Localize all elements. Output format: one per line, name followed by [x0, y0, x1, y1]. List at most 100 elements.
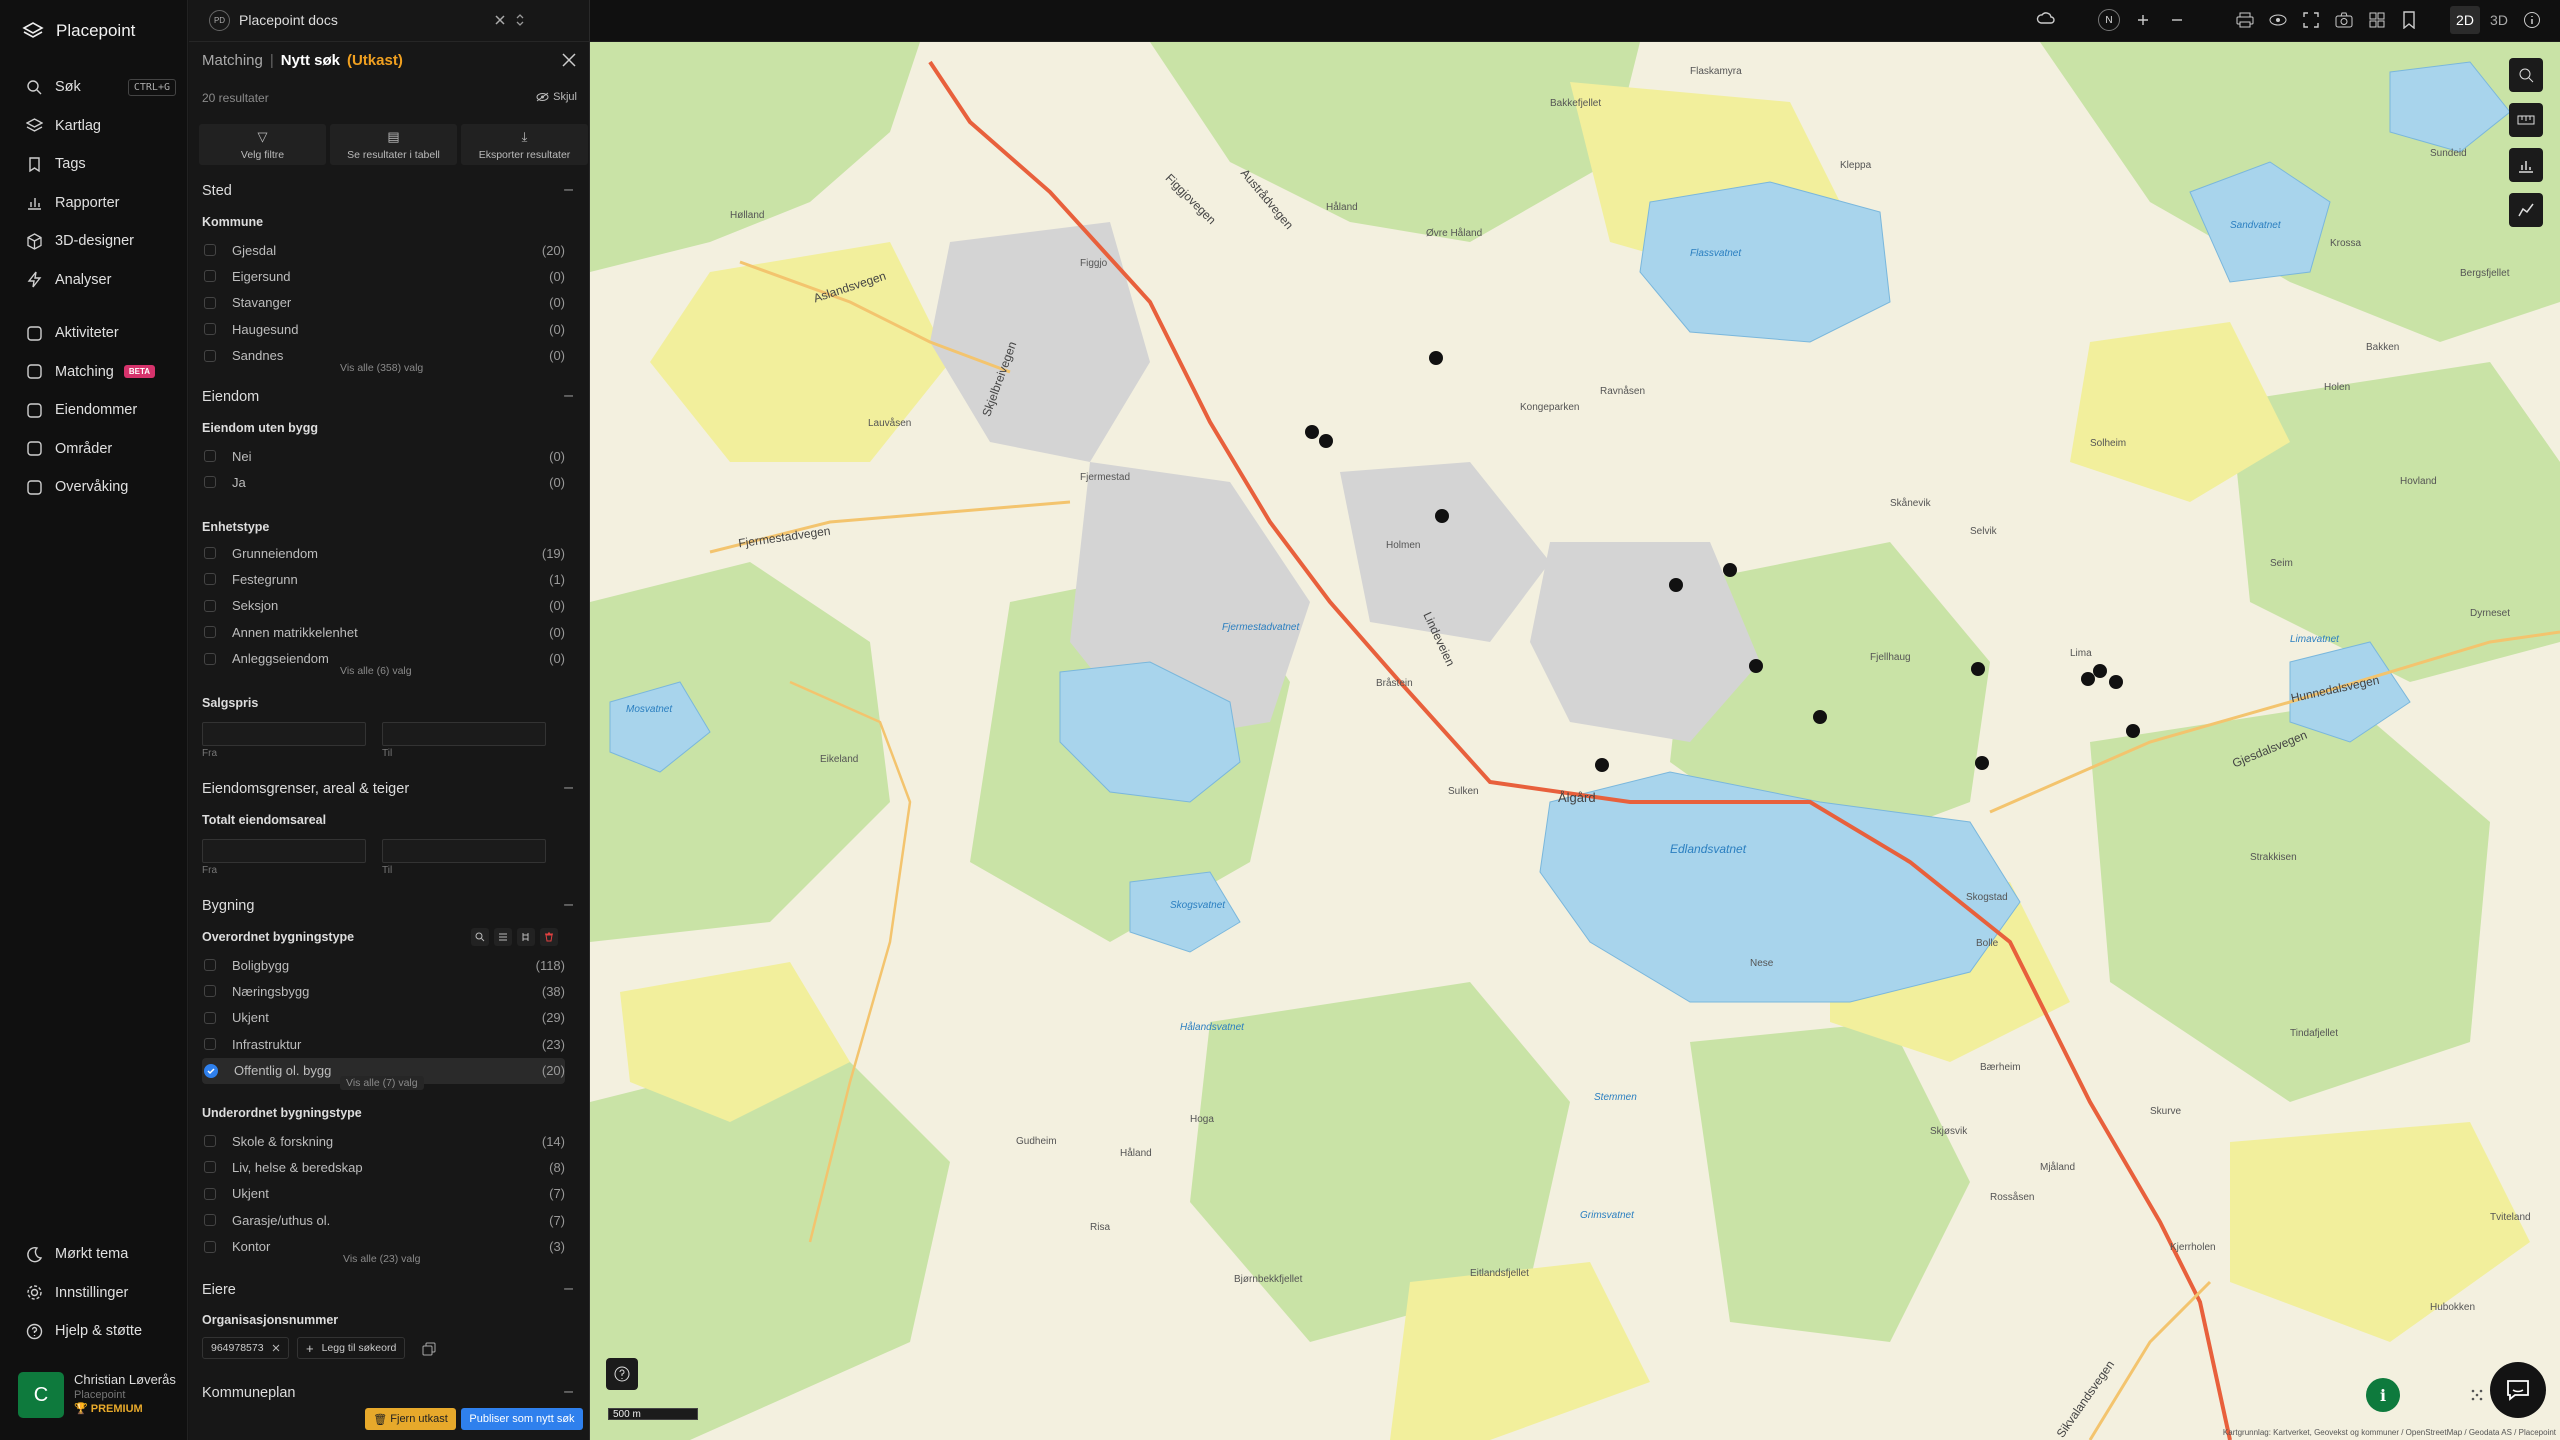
app-logo[interactable]: Placepoint — [22, 20, 135, 42]
collapse-icon[interactable]: – — [564, 779, 573, 797]
filter-option[interactable]: Liv, helse & beredskap (8) — [202, 1154, 565, 1180]
mode-2d-button[interactable]: 2D — [2450, 6, 2480, 34]
map-canvas[interactable]: Aslandsvegen Skjelbreivegen Figgjovegen … — [590, 42, 2560, 1440]
bookmark-icon[interactable] — [2402, 11, 2416, 29]
nav-item-lightning[interactable]: Analyser — [0, 261, 188, 300]
copy-icon[interactable] — [422, 1342, 436, 1356]
filter-option[interactable]: Stavanger (0) — [202, 290, 565, 316]
map-tool-profile[interactable] — [2509, 193, 2543, 227]
close-panel-icon[interactable] — [561, 52, 577, 68]
org-number-chip[interactable]: 964978573 — [202, 1337, 289, 1359]
filter-option[interactable]: Næringsbygg (38) — [202, 978, 565, 1004]
checkbox[interactable] — [204, 1214, 216, 1227]
salgspris-to-input[interactable] — [382, 722, 546, 746]
filter-option[interactable]: Gjesdal (20) — [202, 237, 565, 263]
section-sted[interactable]: Sted — [202, 183, 232, 199]
collapse-icon[interactable]: – — [564, 1280, 573, 1298]
checkbox[interactable] — [204, 959, 216, 971]
filter-option[interactable]: Boligbygg (118) — [202, 952, 565, 978]
checkbox[interactable] — [204, 1135, 216, 1147]
checkbox[interactable] — [204, 450, 216, 462]
eksporter-resultater-button[interactable]: ⤓ Eksporter resultater — [461, 124, 588, 165]
weather-icon[interactable] — [2036, 10, 2056, 30]
show-all-overordnet-link[interactable]: Vis alle (7) valg — [340, 1076, 424, 1090]
nav-item-layers[interactable]: Kartlag — [0, 107, 188, 146]
show-all-kommune-link[interactable]: Vis alle (358) valg — [340, 362, 423, 374]
zoom-out-icon[interactable] — [2171, 14, 2183, 26]
areal-from-input[interactable] — [202, 839, 366, 863]
info-fab[interactable]: i — [2366, 1378, 2400, 1412]
checkbox[interactable] — [204, 652, 216, 665]
section-eiendom[interactable]: Eiendom — [202, 389, 259, 405]
workspace-badge[interactable]: PD — [209, 10, 230, 31]
checkbox[interactable] — [204, 599, 216, 612]
checkbox-checked[interactable] — [204, 1063, 218, 1078]
checkbox[interactable] — [204, 476, 216, 489]
filter-option[interactable]: Infrastruktur (23) — [202, 1031, 565, 1057]
checkbox[interactable] — [204, 985, 216, 998]
map-tool-measure[interactable] — [2509, 103, 2543, 137]
compass-icon[interactable]: N — [2098, 9, 2120, 31]
checkbox[interactable] — [204, 244, 216, 256]
checkbox[interactable] — [204, 547, 216, 559]
map-tool-search[interactable] — [2509, 58, 2543, 92]
checkbox[interactable] — [204, 1161, 216, 1174]
nav-item-gear[interactable]: Innstillinger — [0, 1274, 188, 1313]
print-icon[interactable] — [2236, 12, 2254, 28]
search-tool-button[interactable] — [471, 928, 489, 946]
collapse-icon[interactable]: – — [564, 181, 573, 199]
checkbox[interactable] — [204, 1187, 216, 1200]
checkbox[interactable] — [204, 1038, 216, 1051]
info-icon[interactable] — [2523, 11, 2541, 29]
checkbox[interactable] — [204, 626, 216, 639]
remove-chip-icon[interactable] — [272, 1344, 280, 1352]
section-bygning[interactable]: Bygning — [202, 898, 254, 914]
grid-layout-icon[interactable] — [2369, 12, 2385, 28]
nav-item-help[interactable]: Hjelp & støtte — [0, 1312, 188, 1351]
list-tool-button[interactable] — [494, 928, 512, 946]
filter-option[interactable]: Eigersund (0) — [202, 263, 565, 289]
checkbox[interactable] — [204, 573, 216, 586]
checkbox[interactable] — [204, 296, 216, 309]
delete-tool-button[interactable] — [540, 928, 558, 946]
eye-icon[interactable] — [2269, 12, 2287, 28]
avatar[interactable]: C — [18, 1372, 64, 1418]
section-eiere[interactable]: Eiere — [202, 1282, 236, 1298]
checkbox[interactable] — [204, 1240, 216, 1253]
nav-item-search[interactable]: Søk CTRL+G — [0, 68, 188, 107]
checkbox[interactable] — [204, 1011, 216, 1024]
hide-toggle[interactable]: Skjul — [536, 91, 577, 103]
filter-option[interactable]: Ja (0) — [202, 469, 565, 495]
velg-filtre-button[interactable]: ▽ Velg filtre — [199, 124, 326, 165]
nav-item-matching[interactable]: Matching BETA — [0, 353, 188, 392]
drag-handle-icon[interactable] — [2470, 1388, 2484, 1402]
show-all-enhetstype-link[interactable]: Vis alle (6) valg — [340, 665, 412, 677]
collapse-icon[interactable]: – — [564, 896, 573, 914]
breadcrumb[interactable]: Matching — [202, 52, 263, 69]
filter-option[interactable]: Skole & forskning (14) — [202, 1128, 565, 1154]
section-kommuneplan[interactable]: Kommuneplan — [202, 1385, 296, 1401]
nav-item-activity[interactable]: Aktiviteter — [0, 314, 188, 353]
show-all-underordnet-link[interactable]: Vis alle (23) valg — [343, 1253, 420, 1265]
filter-option[interactable]: Ukjent (29) — [202, 1005, 565, 1031]
nav-item-area[interactable]: Områder — [0, 430, 188, 469]
checkbox[interactable] — [204, 270, 216, 283]
user-profile[interactable]: C Christian Løverås Placepoint 🏆 PREMIUM — [18, 1372, 176, 1418]
checkbox[interactable] — [204, 323, 216, 336]
chevron-updown-icon[interactable] — [515, 12, 525, 28]
nav-item-cube[interactable]: 3D-designer — [0, 222, 188, 261]
filter-option[interactable]: Ukjent (7) — [202, 1181, 565, 1207]
filter-option[interactable]: Grunneiendom (19) — [202, 540, 565, 566]
section-eiendomsgrenser[interactable]: Eiendomsgrenser, areal & teiger — [202, 781, 409, 797]
fullscreen-icon[interactable] — [2303, 12, 2319, 28]
filter-option[interactable]: Festegrunn (1) — [202, 566, 565, 592]
nav-item-report-chart[interactable]: Rapporter — [0, 184, 188, 223]
checkbox[interactable] — [204, 349, 216, 362]
filter-option[interactable]: Garasje/uthus ol. (7) — [202, 1207, 565, 1233]
close-icon[interactable] — [494, 14, 506, 26]
workspace-title[interactable]: Placepoint docs — [239, 12, 338, 28]
map-tool-chart[interactable] — [2509, 148, 2543, 182]
camera-icon[interactable] — [2335, 12, 2353, 28]
remove-draft-button[interactable]: 🗑 Fjern utkast — [365, 1408, 456, 1430]
salgspris-from-input[interactable] — [202, 722, 366, 746]
